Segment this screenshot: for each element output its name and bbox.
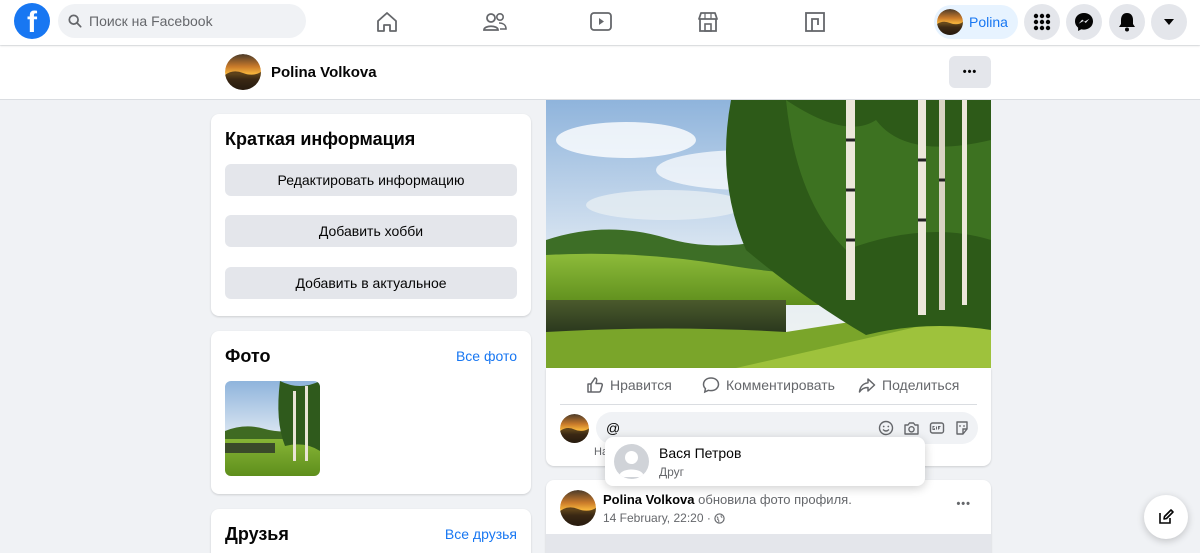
bell-icon bbox=[1119, 13, 1135, 32]
comment-label: Комментировать bbox=[726, 377, 835, 393]
profile-shortcut-name: Polina bbox=[969, 14, 1008, 30]
comment-icon bbox=[702, 377, 720, 394]
search-box[interactable] bbox=[58, 4, 306, 38]
add-hobbies-button[interactable]: Добавить хобби bbox=[225, 215, 517, 247]
mention-suggestion[interactable]: Вася Петров Друг bbox=[605, 437, 925, 486]
profile-name[interactable]: Polina Volkova bbox=[271, 64, 377, 81]
menu-button[interactable] bbox=[1024, 4, 1060, 40]
compose-icon bbox=[1159, 509, 1174, 524]
avatar[interactable] bbox=[560, 490, 596, 526]
photo-thumbnail[interactable] bbox=[225, 381, 320, 476]
emoji-icon[interactable] bbox=[878, 420, 894, 436]
post-header: Polina Volkova обновила фото профиля. bbox=[603, 492, 852, 507]
divider bbox=[560, 404, 977, 405]
gaming-icon[interactable] bbox=[801, 8, 829, 36]
top-navigation-bar: f Polina bbox=[0, 0, 1200, 45]
account-button[interactable] bbox=[1151, 4, 1187, 40]
share-button[interactable]: Поделиться bbox=[858, 376, 959, 394]
messenger-button[interactable] bbox=[1066, 4, 1102, 40]
search-icon bbox=[68, 14, 82, 28]
profile-subheader: Polina Volkova ••• bbox=[0, 46, 1200, 100]
camera-icon[interactable] bbox=[903, 420, 920, 436]
like-button[interactable]: Нравится bbox=[586, 376, 672, 394]
post-action-text: обновила фото профиля. bbox=[698, 492, 852, 507]
globe-icon bbox=[714, 512, 725, 524]
friends-card: Друзья Все друзья bbox=[211, 509, 531, 553]
new-message-button[interactable] bbox=[1144, 495, 1188, 539]
intro-card: Краткая информация Редактировать информа… bbox=[211, 114, 531, 316]
watch-icon[interactable] bbox=[587, 8, 615, 36]
post-more-button[interactable]: ••• bbox=[956, 498, 971, 510]
avatar bbox=[614, 444, 649, 479]
more-icon: ••• bbox=[962, 66, 978, 78]
photos-title: Фото bbox=[225, 346, 271, 366]
profile-shortcut[interactable]: Polina bbox=[934, 5, 1018, 39]
add-featured-button[interactable]: Добавить в актуальное bbox=[225, 267, 517, 299]
messenger-icon bbox=[1075, 13, 1093, 31]
search-input[interactable] bbox=[89, 13, 289, 29]
intro-title: Краткая информация bbox=[225, 129, 416, 149]
post-card: Polina Volkova обновила фото профиля. 14… bbox=[546, 480, 991, 553]
gif-icon[interactable] bbox=[929, 420, 945, 436]
share-icon bbox=[858, 378, 876, 393]
photos-card: Фото Все фото bbox=[211, 331, 531, 494]
share-label: Поделиться bbox=[882, 377, 960, 393]
edit-info-button[interactable]: Редактировать информацию bbox=[225, 164, 517, 196]
post-date[interactable]: 14 February, 22:20 · bbox=[603, 511, 711, 525]
friends-icon[interactable] bbox=[481, 8, 509, 36]
home-icon[interactable] bbox=[373, 8, 401, 36]
comment-button[interactable]: Комментировать bbox=[702, 376, 835, 394]
caret-down-icon bbox=[1164, 19, 1174, 25]
notifications-button[interactable] bbox=[1109, 4, 1145, 40]
facebook-logo[interactable]: f bbox=[14, 3, 50, 39]
post-media-strip bbox=[546, 534, 991, 553]
marketplace-icon[interactable] bbox=[694, 8, 722, 36]
thumbs-up-icon bbox=[587, 377, 604, 393]
post-photo[interactable] bbox=[546, 100, 991, 368]
grid-icon bbox=[1033, 13, 1051, 31]
post-author[interactable]: Polina Volkova bbox=[603, 492, 695, 507]
sticker-icon[interactable] bbox=[954, 420, 970, 436]
friends-title: Друзья bbox=[225, 524, 289, 544]
mention-name: Вася Петров bbox=[659, 445, 742, 461]
comment-input[interactable] bbox=[606, 420, 866, 436]
avatar bbox=[937, 9, 963, 35]
all-photos-link[interactable]: Все фото bbox=[456, 348, 517, 364]
post-meta: 14 February, 22:20 · bbox=[603, 511, 725, 525]
avatar[interactable] bbox=[225, 54, 261, 90]
avatar bbox=[560, 414, 589, 443]
mention-role: Друг bbox=[659, 465, 685, 479]
all-friends-link[interactable]: Все друзья bbox=[445, 526, 517, 542]
more-options-button[interactable]: ••• bbox=[949, 56, 991, 88]
like-label: Нравится bbox=[610, 377, 672, 393]
